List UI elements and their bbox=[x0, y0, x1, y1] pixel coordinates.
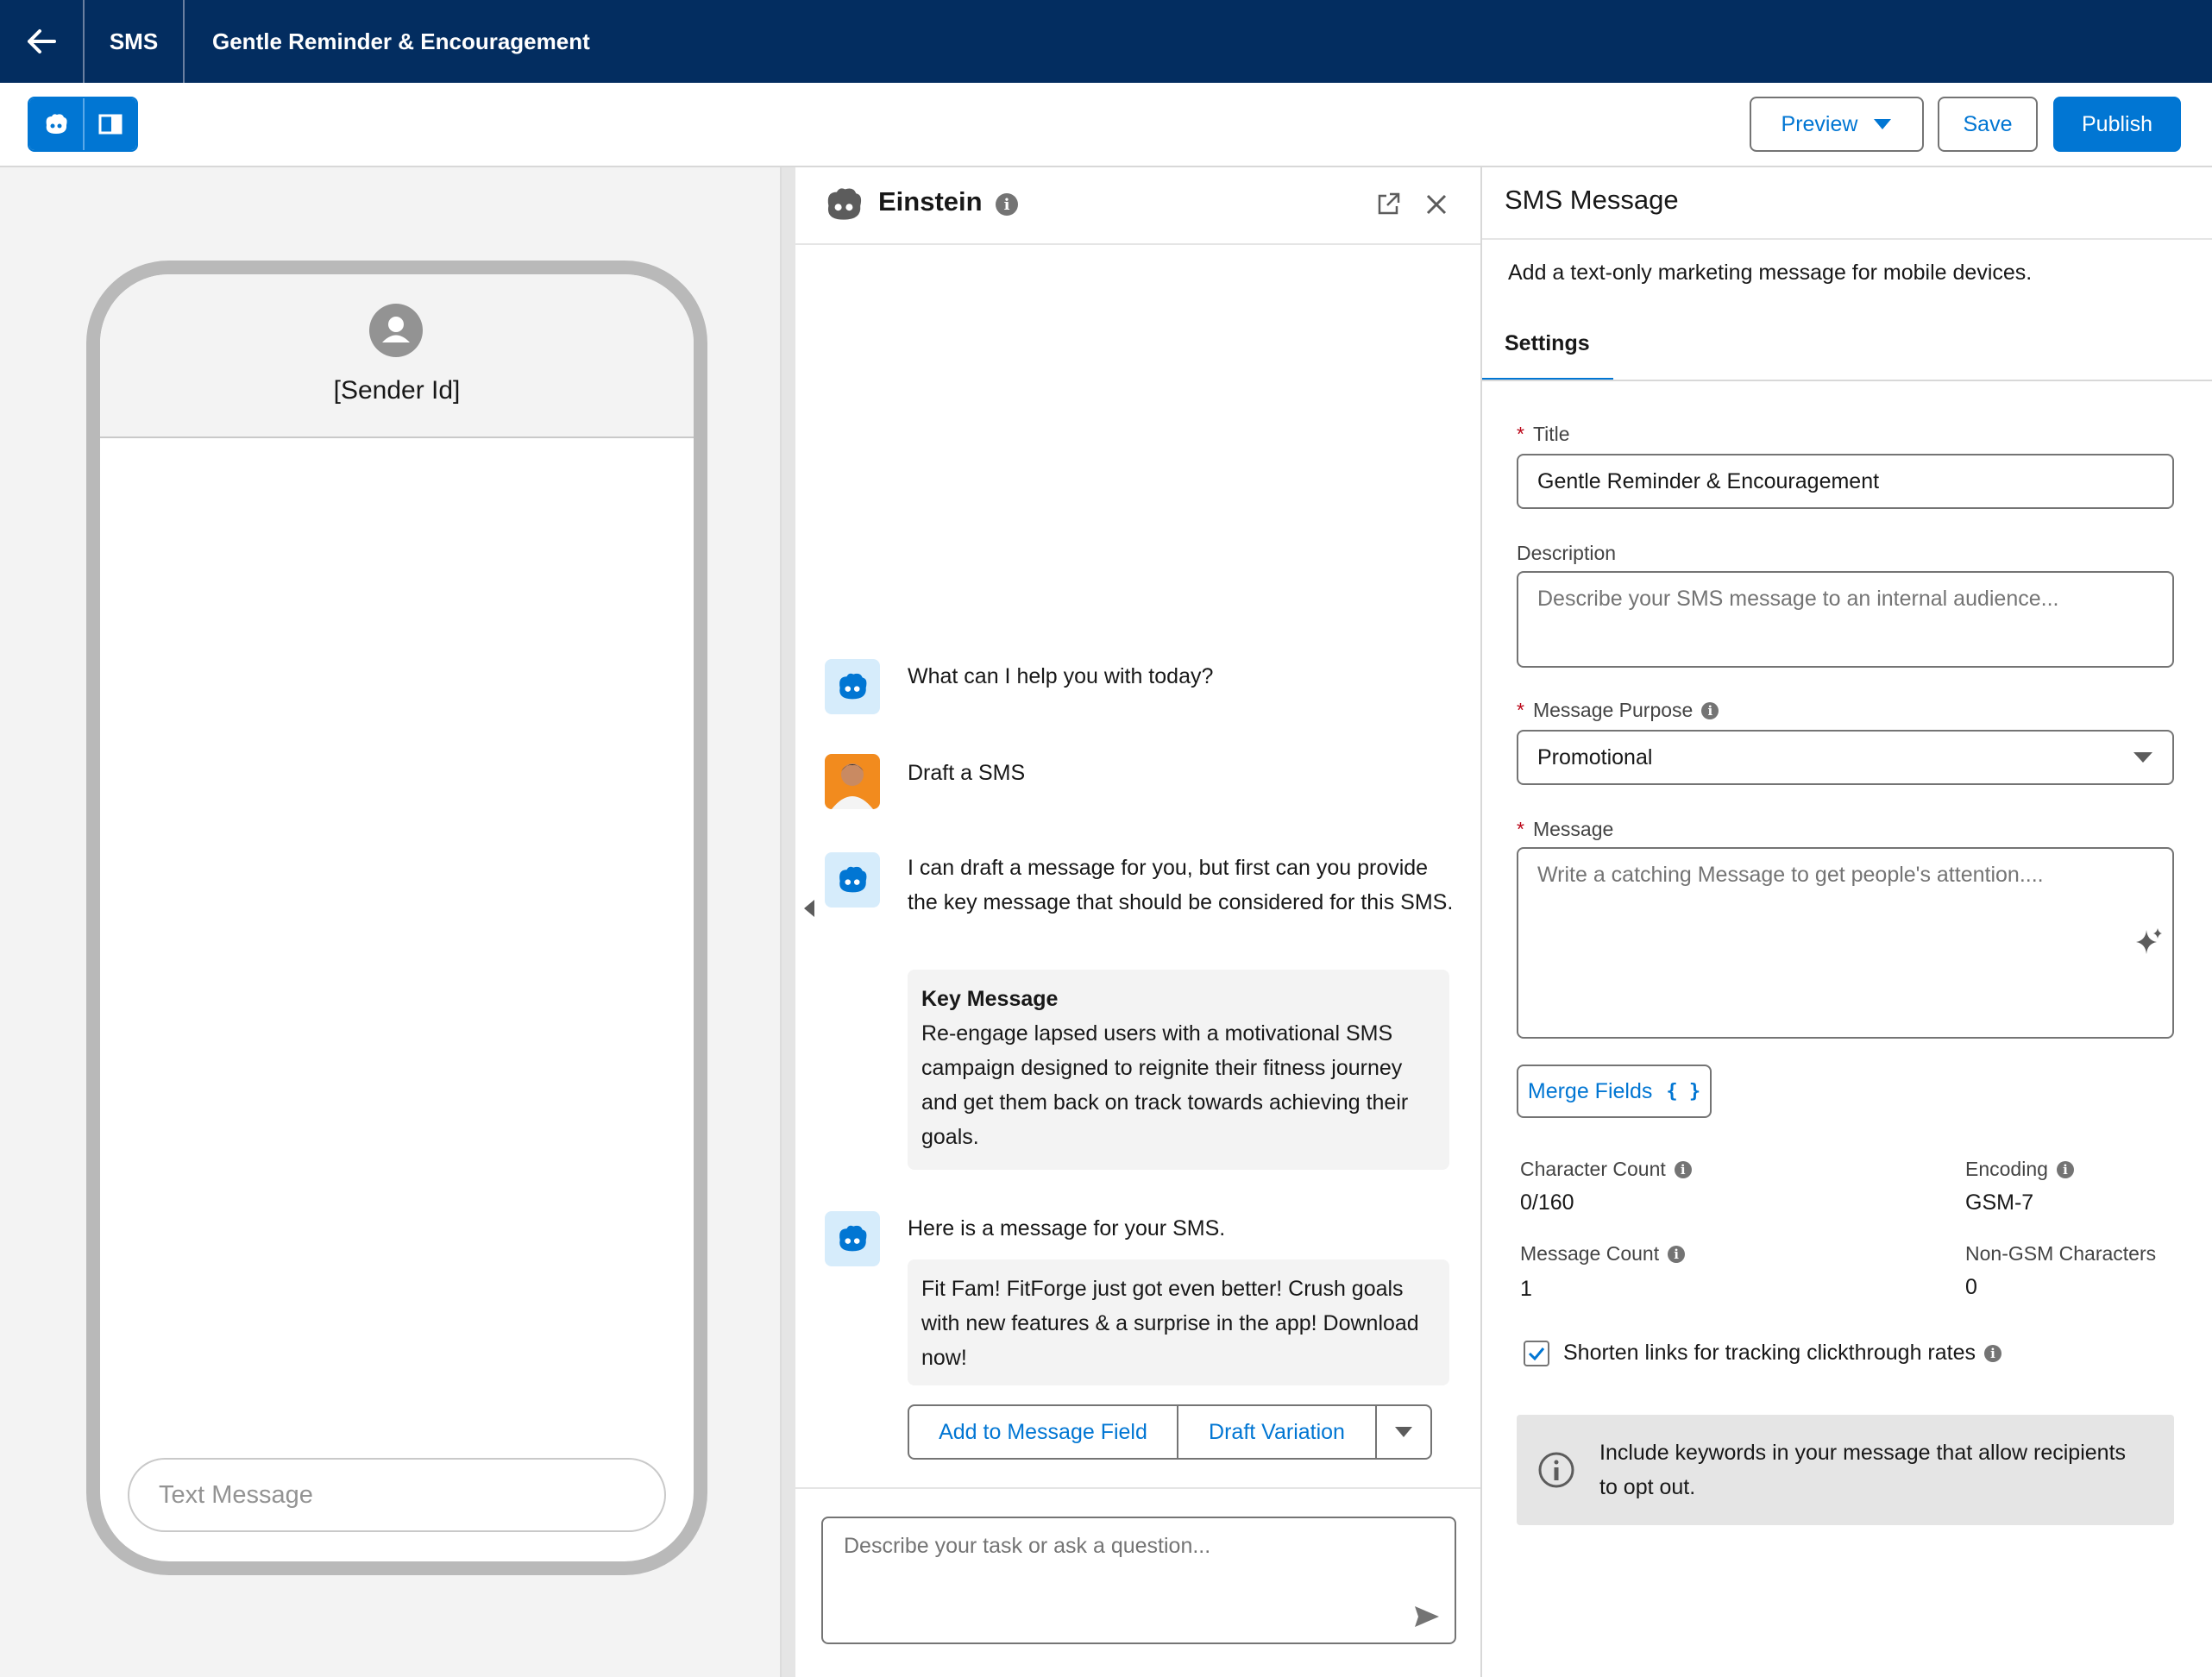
einstein-icon bbox=[827, 188, 862, 220]
key-message-title: Key Message bbox=[921, 987, 1059, 1011]
description-label: Description bbox=[1517, 542, 1617, 564]
panel-title: SMS Message bbox=[1505, 185, 1679, 215]
non-gsm-value: 0 bbox=[1965, 1275, 1977, 1299]
draft-variation-button[interactable]: Draft Variation bbox=[1177, 1406, 1375, 1458]
close-icon[interactable] bbox=[1425, 193, 1448, 216]
panel-view-button[interactable] bbox=[83, 98, 136, 150]
info-icon[interactable]: i bbox=[1984, 1344, 2001, 1362]
more-actions-button[interactable] bbox=[1375, 1406, 1430, 1458]
einstein-avatar bbox=[825, 659, 880, 714]
sender-id: [Sender Id] bbox=[333, 376, 461, 405]
einstein-title: Einstein bbox=[878, 186, 983, 217]
message-purpose-value: Promotional bbox=[1537, 744, 1653, 769]
merge-fields-label: Merge Fields bbox=[1527, 1078, 1653, 1103]
einstein-avatar bbox=[825, 852, 880, 908]
einstein-icon bbox=[839, 673, 867, 700]
chat-message: Draft a SMS bbox=[908, 761, 1026, 785]
message-purpose-select[interactable]: Promotional bbox=[1517, 730, 2174, 785]
message-label: * Message bbox=[1517, 818, 1614, 840]
phone-preview: [Sender Id] Text Message bbox=[86, 261, 707, 1575]
sender-avatar bbox=[369, 304, 423, 357]
info-icon[interactable]: i bbox=[2056, 1160, 2074, 1178]
properties-panel: SMS Message Add a text-only marketing me… bbox=[1482, 167, 2212, 1677]
divider bbox=[1482, 380, 2212, 381]
info-icon[interactable]: i bbox=[1674, 1160, 1692, 1178]
title-field-label: * Title bbox=[1517, 423, 1570, 445]
einstein-prompt-input[interactable]: Describe your task or ask a question... bbox=[821, 1517, 1456, 1644]
einstein-icon bbox=[839, 1225, 867, 1252]
user-avatar bbox=[825, 754, 880, 809]
user-icon bbox=[382, 317, 410, 342]
chat-message: Here is a message for your SMS. bbox=[908, 1216, 1226, 1240]
einstein-header: Einstein i bbox=[795, 167, 1480, 245]
braces-icon: { } bbox=[1666, 1080, 1701, 1102]
merge-fields-button[interactable]: Merge Fields { } bbox=[1517, 1065, 1712, 1118]
panel-icon bbox=[98, 114, 123, 135]
einstein-avatar bbox=[825, 1211, 880, 1266]
character-count-value: 0/160 bbox=[1520, 1190, 1574, 1215]
chat-message: What can I help you with today? bbox=[908, 664, 1214, 688]
non-gsm-label: Non-GSM Characters bbox=[1965, 1242, 2157, 1265]
character-count-label: Character Count i bbox=[1520, 1158, 1692, 1181]
top-nav: SMS Gentle Reminder & Encouragement bbox=[0, 0, 2212, 83]
opt-out-notice-text: Include keywords in your message that al… bbox=[1599, 1441, 2127, 1499]
sms-draft-card: Fit Fam! FitForge just got even better! … bbox=[908, 1259, 1449, 1385]
user-photo-icon bbox=[832, 763, 873, 809]
einstein-icon bbox=[839, 866, 867, 893]
phone-header: [Sender Id] bbox=[100, 274, 694, 438]
info-circle-icon bbox=[1538, 1452, 1574, 1488]
text-message-field[interactable]: Text Message bbox=[128, 1458, 666, 1532]
info-icon[interactable]: i bbox=[1668, 1245, 1686, 1263]
divider bbox=[795, 1487, 1480, 1489]
draft-actions: Add to Message Field Draft Variation bbox=[908, 1404, 1432, 1460]
info-icon[interactable]: i bbox=[996, 193, 1018, 216]
chevron-down-icon bbox=[1874, 119, 1892, 129]
chat-message: I can draft a message for you, but first… bbox=[908, 856, 1454, 914]
message-count-value: 1 bbox=[1520, 1277, 1532, 1301]
description-input[interactable]: Describe your SMS message to an internal… bbox=[1517, 571, 2174, 668]
preview-button[interactable]: Preview bbox=[1750, 97, 1924, 152]
collapse-left-icon[interactable] bbox=[802, 899, 816, 918]
opt-out-notice: Include keywords in your message that al… bbox=[1517, 1415, 2174, 1525]
add-to-message-button[interactable]: Add to Message Field bbox=[909, 1406, 1177, 1458]
chevron-down-icon bbox=[1395, 1427, 1412, 1437]
panel-subtitle: Add a text-only marketing message for mo… bbox=[1508, 261, 2033, 285]
pop-out-icon[interactable] bbox=[1375, 192, 1401, 217]
pane-divider[interactable] bbox=[780, 167, 795, 1677]
sparkle-icon[interactable] bbox=[2134, 926, 2164, 956]
divider bbox=[1482, 238, 2212, 240]
einstein-view-button[interactable] bbox=[29, 98, 83, 150]
encoding-value: GSM-7 bbox=[1965, 1190, 2034, 1215]
message-input[interactable]: Write a catching Message to get people's… bbox=[1517, 847, 2174, 1039]
checkmark-icon bbox=[1528, 1347, 1545, 1360]
arrow-left-icon bbox=[28, 29, 56, 53]
chevron-down-icon bbox=[2133, 752, 2152, 763]
shorten-links-label: Shorten links for tracking clickthrough … bbox=[1563, 1341, 2001, 1366]
title-input[interactable]: Gentle Reminder & Encouragement bbox=[1517, 454, 2174, 509]
einstein-panel: Einstein i What can I help you with toda… bbox=[795, 167, 1482, 1677]
view-toggle bbox=[28, 97, 138, 152]
back-button[interactable] bbox=[0, 0, 85, 83]
message-purpose-label: * Message Purpose i bbox=[1517, 699, 1719, 722]
encoding-label: Encoding i bbox=[1965, 1158, 2074, 1181]
preview-label: Preview bbox=[1781, 111, 1858, 136]
publish-button[interactable]: Publish bbox=[2053, 97, 2181, 152]
page-title: Gentle Reminder & Encouragement bbox=[212, 28, 590, 54]
key-message-card: Key Message Re-engage lapsed users with … bbox=[908, 970, 1449, 1170]
key-message-body: Re-engage lapsed users with a motivation… bbox=[921, 1021, 1409, 1149]
info-icon[interactable]: i bbox=[1701, 701, 1719, 719]
breadcrumb-sms[interactable]: SMS bbox=[85, 0, 185, 83]
tab-settings[interactable]: Settings bbox=[1505, 331, 1590, 356]
send-icon[interactable] bbox=[1413, 1605, 1441, 1629]
save-button[interactable]: Save bbox=[1938, 97, 2038, 152]
message-count-label: Message Count i bbox=[1520, 1242, 1686, 1266]
shorten-links-checkbox[interactable] bbox=[1524, 1341, 1549, 1366]
einstein-icon bbox=[46, 114, 67, 134]
